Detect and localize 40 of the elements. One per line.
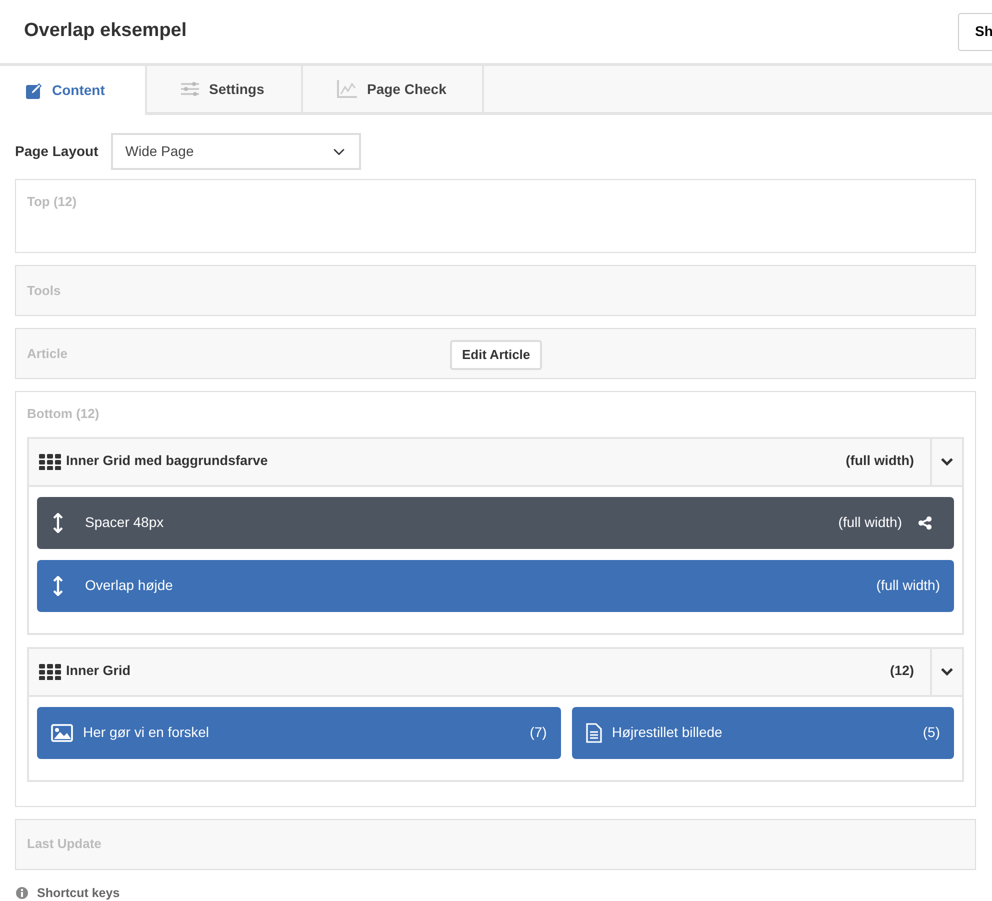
block-size: (full width): [838, 513, 902, 532]
grid-title: Inner Grid med baggrundsfarve: [66, 452, 268, 470]
field-label: Page Layout: [15, 142, 98, 161]
grid-size: (12): [890, 662, 914, 680]
block-size: (7): [530, 723, 547, 742]
edit-article-button[interactable]: Edit Article: [450, 340, 542, 370]
content-block[interactable]: Overlap højde (full width): [37, 560, 954, 612]
zone-label: Tools: [27, 282, 61, 300]
edit-icon: [26, 82, 42, 98]
zone-label: Article: [27, 344, 68, 363]
grid-size: (full width): [846, 452, 914, 470]
block-size: (5): [922, 723, 940, 742]
block-size: (full width): [876, 576, 940, 595]
block-label: Spacer 48px: [85, 513, 164, 532]
layout-select[interactable]: Wide Page: [111, 133, 362, 170]
content-block[interactable]: Spacer 48px (full width): [37, 496, 954, 548]
chart-icon: [337, 80, 357, 98]
info-icon: [16, 886, 28, 898]
document-icon: [586, 722, 602, 742]
vertical-arrow-icon: [53, 512, 63, 532]
block-label: Her gør vi en forskel: [83, 723, 210, 742]
zone-label: Bottom (12): [27, 405, 100, 423]
sliders-icon: [181, 82, 199, 96]
block-label: Overlap højde: [85, 576, 173, 595]
image-icon: [51, 724, 73, 742]
zone-label: Last Update: [27, 835, 102, 854]
zone-label: Top (12): [27, 193, 77, 211]
block-label: Højrestillet billede: [612, 723, 722, 742]
content-block[interactable]: Her gør vi en forskel (7): [37, 706, 561, 758]
page-title: Overlap eksempel: [24, 20, 187, 43]
grid-icon: [39, 664, 61, 680]
chevron-down-icon: [941, 458, 953, 466]
content-block[interactable]: Højrestillet billede (5): [572, 706, 954, 758]
chevron-down-icon: [941, 668, 953, 676]
shortcut-keys-link[interactable]: Shortcut keys: [37, 886, 120, 900]
grid-title: Inner Grid: [66, 662, 131, 680]
tab[interactable]: Content: [0, 66, 147, 115]
grid-icon: [39, 454, 61, 470]
vertical-arrow-icon: [53, 576, 63, 596]
header-button[interactable]: Sh: [958, 12, 992, 50]
